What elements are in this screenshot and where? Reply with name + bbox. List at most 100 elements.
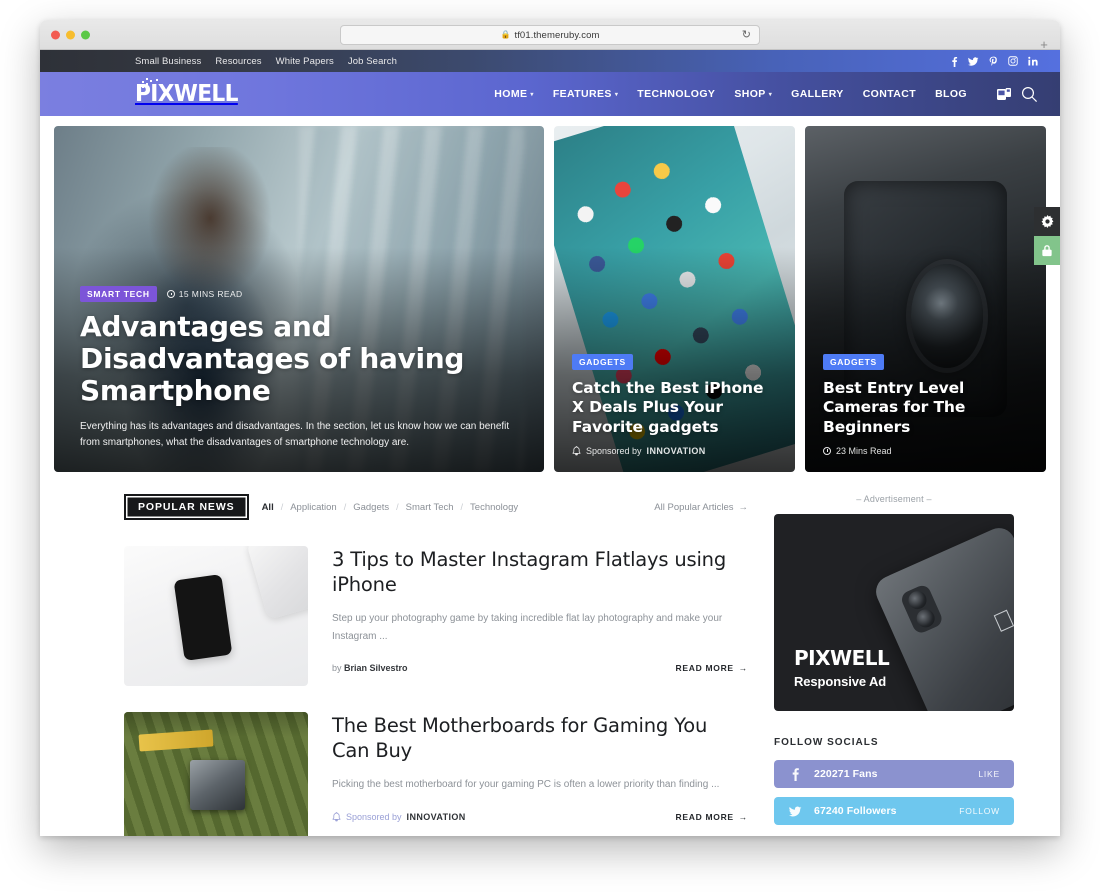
nav-label-gallery: GALLERY [791, 88, 844, 100]
instagram-icon[interactable] [1008, 56, 1018, 66]
close-window-button[interactable] [51, 30, 60, 39]
nav-label-features: FEATURES [552, 88, 612, 100]
post-title[interactable]: 3 Tips to Master Instagram Flatlays usin… [332, 548, 748, 597]
reload-icon[interactable]: ↻ [742, 29, 751, 41]
ad-brand-name: PIXWELL [794, 646, 890, 670]
topbar-link-job-search[interactable]: Job Search [348, 56, 397, 67]
clock-icon [166, 290, 175, 299]
sponsored-prefix: Sponsored by [586, 446, 642, 456]
address-bar[interactable]: 🔒 tf01.themeruby.com ↻ [340, 25, 760, 45]
filter-technology[interactable]: Technology [470, 502, 518, 513]
arrow-right-icon: → [738, 663, 748, 674]
facebook-like-button[interactable]: LIKE [978, 769, 1000, 779]
social-counter-facebook[interactable]: 220271 Fans LIKE [774, 760, 1014, 788]
site-logo[interactable]: PIXWELL [135, 77, 238, 106]
main-navbar: PIXWELL HOME ▾ FEATURES ▾ TECHNOLOGY SHO… [40, 72, 1060, 116]
category-badge-gadgets[interactable]: GADGETS [572, 353, 633, 370]
topbar-link-white-papers[interactable]: White Papers [276, 56, 334, 67]
popular-news-header: POPULAR NEWS All / Application / Gadgets… [124, 494, 748, 520]
topbar-link-small-business[interactable]: Small Business [135, 56, 201, 67]
logo-text: PIXWELL [135, 80, 238, 107]
nav-utility-icons [996, 86, 1038, 103]
minimize-window-button[interactable] [66, 30, 75, 39]
filter-smart-tech[interactable]: Smart Tech [406, 502, 454, 513]
ad-phone-graphic:  [870, 522, 1014, 711]
hero-side-2-title[interactable]: Best Entry Level Cameras for The Beginne… [823, 379, 1028, 438]
hero-main-title[interactable]: Advantages and Disadvantages of having S… [80, 311, 518, 407]
hero-main-read-time: 15 MINS READ [166, 289, 243, 300]
nav-item-technology[interactable]: TECHNOLOGY [637, 88, 715, 100]
category-badge-smart-tech[interactable]: SMART TECH [80, 286, 157, 303]
hero-side-1-meta-row: GADGETS [572, 353, 777, 370]
post-item[interactable]: 3 Tips to Master Instagram Flatlays usin… [124, 546, 748, 686]
lock-icon [1042, 245, 1052, 257]
post-body: 3 Tips to Master Instagram Flatlays usin… [332, 546, 748, 686]
post-excerpt: Step up your photography game by taking … [332, 613, 723, 642]
nav-item-gallery[interactable]: GALLERY [791, 88, 844, 100]
post-footer: by Brian Silvestro READ MORE → [332, 663, 748, 673]
topbar-links: Small Business Resources White Papers Jo… [135, 56, 397, 67]
author-prefix: by [332, 663, 345, 674]
twitter-icon [784, 805, 806, 818]
hero-side-card-1[interactable]: GADGETS Catch the Best iPhone X Deals Pl… [554, 126, 795, 472]
pinterest-icon[interactable] [989, 56, 998, 67]
url-text: tf01.themeruby.com [514, 29, 600, 41]
chevron-down-icon: ▾ [614, 91, 619, 98]
filter-separator: / [343, 502, 347, 512]
category-filter-list: All / Application / Gadgets / Smart Tech… [262, 502, 519, 513]
hero-main-excerpt: Everything has its advantages and disadv… [80, 421, 510, 448]
topbar-link-resources[interactable]: Resources [215, 56, 261, 67]
read-more-link[interactable]: READ MORE → [676, 663, 748, 673]
window-traffic-lights[interactable] [51, 30, 90, 39]
post-item[interactable]: The Best Motherboards for Gaming You Can… [124, 712, 748, 836]
nav-item-blog[interactable]: BLOG [935, 88, 967, 100]
maximize-window-button[interactable] [81, 30, 90, 39]
theme-settings-button[interactable] [1034, 207, 1060, 236]
post-sponsor: Sponsored by INNOVATION [332, 812, 466, 822]
all-popular-articles-link[interactable]: All Popular Articles → [654, 502, 748, 513]
post-excerpt: Picking the best motherboard for your ga… [332, 779, 720, 791]
nav-item-contact[interactable]: CONTACT [863, 88, 916, 100]
linkedin-icon[interactable] [1028, 56, 1038, 66]
twitter-icon[interactable] [968, 56, 979, 67]
facebook-icon[interactable] [951, 56, 958, 67]
nav-item-shop[interactable]: SHOP ▾ [734, 88, 772, 100]
motherboard-photo [124, 712, 308, 836]
hero-main-card[interactable]: SMART TECH 15 MINS READ Advantages and D… [54, 126, 544, 472]
hero-side-1-meta: Sponsored by INNOVATION [572, 446, 777, 456]
filter-all[interactable]: All [262, 502, 274, 513]
chevron-down-icon: ▾ [530, 91, 534, 98]
hero-section: SMART TECH 15 MINS READ Advantages and D… [40, 116, 1060, 472]
search-icon[interactable] [1021, 86, 1038, 103]
social-counter-twitter[interactable]: 67240 Followers FOLLOW [774, 797, 1014, 825]
read-time-label: 15 MINS READ [178, 289, 243, 300]
bell-icon [572, 446, 581, 456]
nav-label-shop: SHOP [734, 88, 766, 100]
sponsor-brand: INNOVATION [646, 446, 706, 456]
filter-application[interactable]: Application [290, 502, 336, 513]
nav-item-home[interactable]: HOME ▾ [494, 88, 534, 100]
filter-gadgets[interactable]: Gadgets [353, 502, 389, 513]
hero-side-1-content: GADGETS Catch the Best iPhone X Deals Pl… [554, 353, 795, 472]
hero-side-2-meta-row: GADGETS [823, 353, 1028, 370]
advertisement-banner[interactable]:  PIXWELL Responsive Ad [774, 514, 1014, 711]
post-title[interactable]: The Best Motherboards for Gaming You Can… [332, 714, 748, 763]
read-more-link[interactable]: READ MORE → [676, 812, 748, 822]
hero-side-1-title[interactable]: Catch the Best iPhone X Deals Plus Your … [572, 379, 777, 438]
nav-label-blog: BLOG [935, 88, 967, 100]
privacy-lock-button[interactable] [1034, 236, 1060, 265]
primary-menu: HOME ▾ FEATURES ▾ TECHNOLOGY SHOP ▾ GALL… [494, 86, 1038, 103]
post-thumbnail[interactable] [124, 712, 308, 836]
arrow-right-icon: → [738, 501, 749, 513]
advertisement-label: – Advertisement – [856, 494, 932, 504]
all-popular-articles-label: All Popular Articles [654, 501, 734, 513]
sidebar: – Advertisement –  PIXWELL Responsive A… [774, 494, 1014, 836]
nav-label-home: HOME [494, 88, 528, 100]
category-badge-gadgets[interactable]: GADGETS [823, 353, 884, 370]
post-thumbnail[interactable] [124, 546, 308, 686]
nav-item-features[interactable]: FEATURES ▾ [553, 88, 618, 100]
twitter-follow-button[interactable]: FOLLOW [959, 806, 1000, 816]
facebook-fan-count: 220271 Fans [814, 768, 878, 780]
dark-mode-icon[interactable] [996, 87, 1012, 102]
hero-side-card-2[interactable]: GADGETS Best Entry Level Cameras for The… [805, 126, 1046, 472]
